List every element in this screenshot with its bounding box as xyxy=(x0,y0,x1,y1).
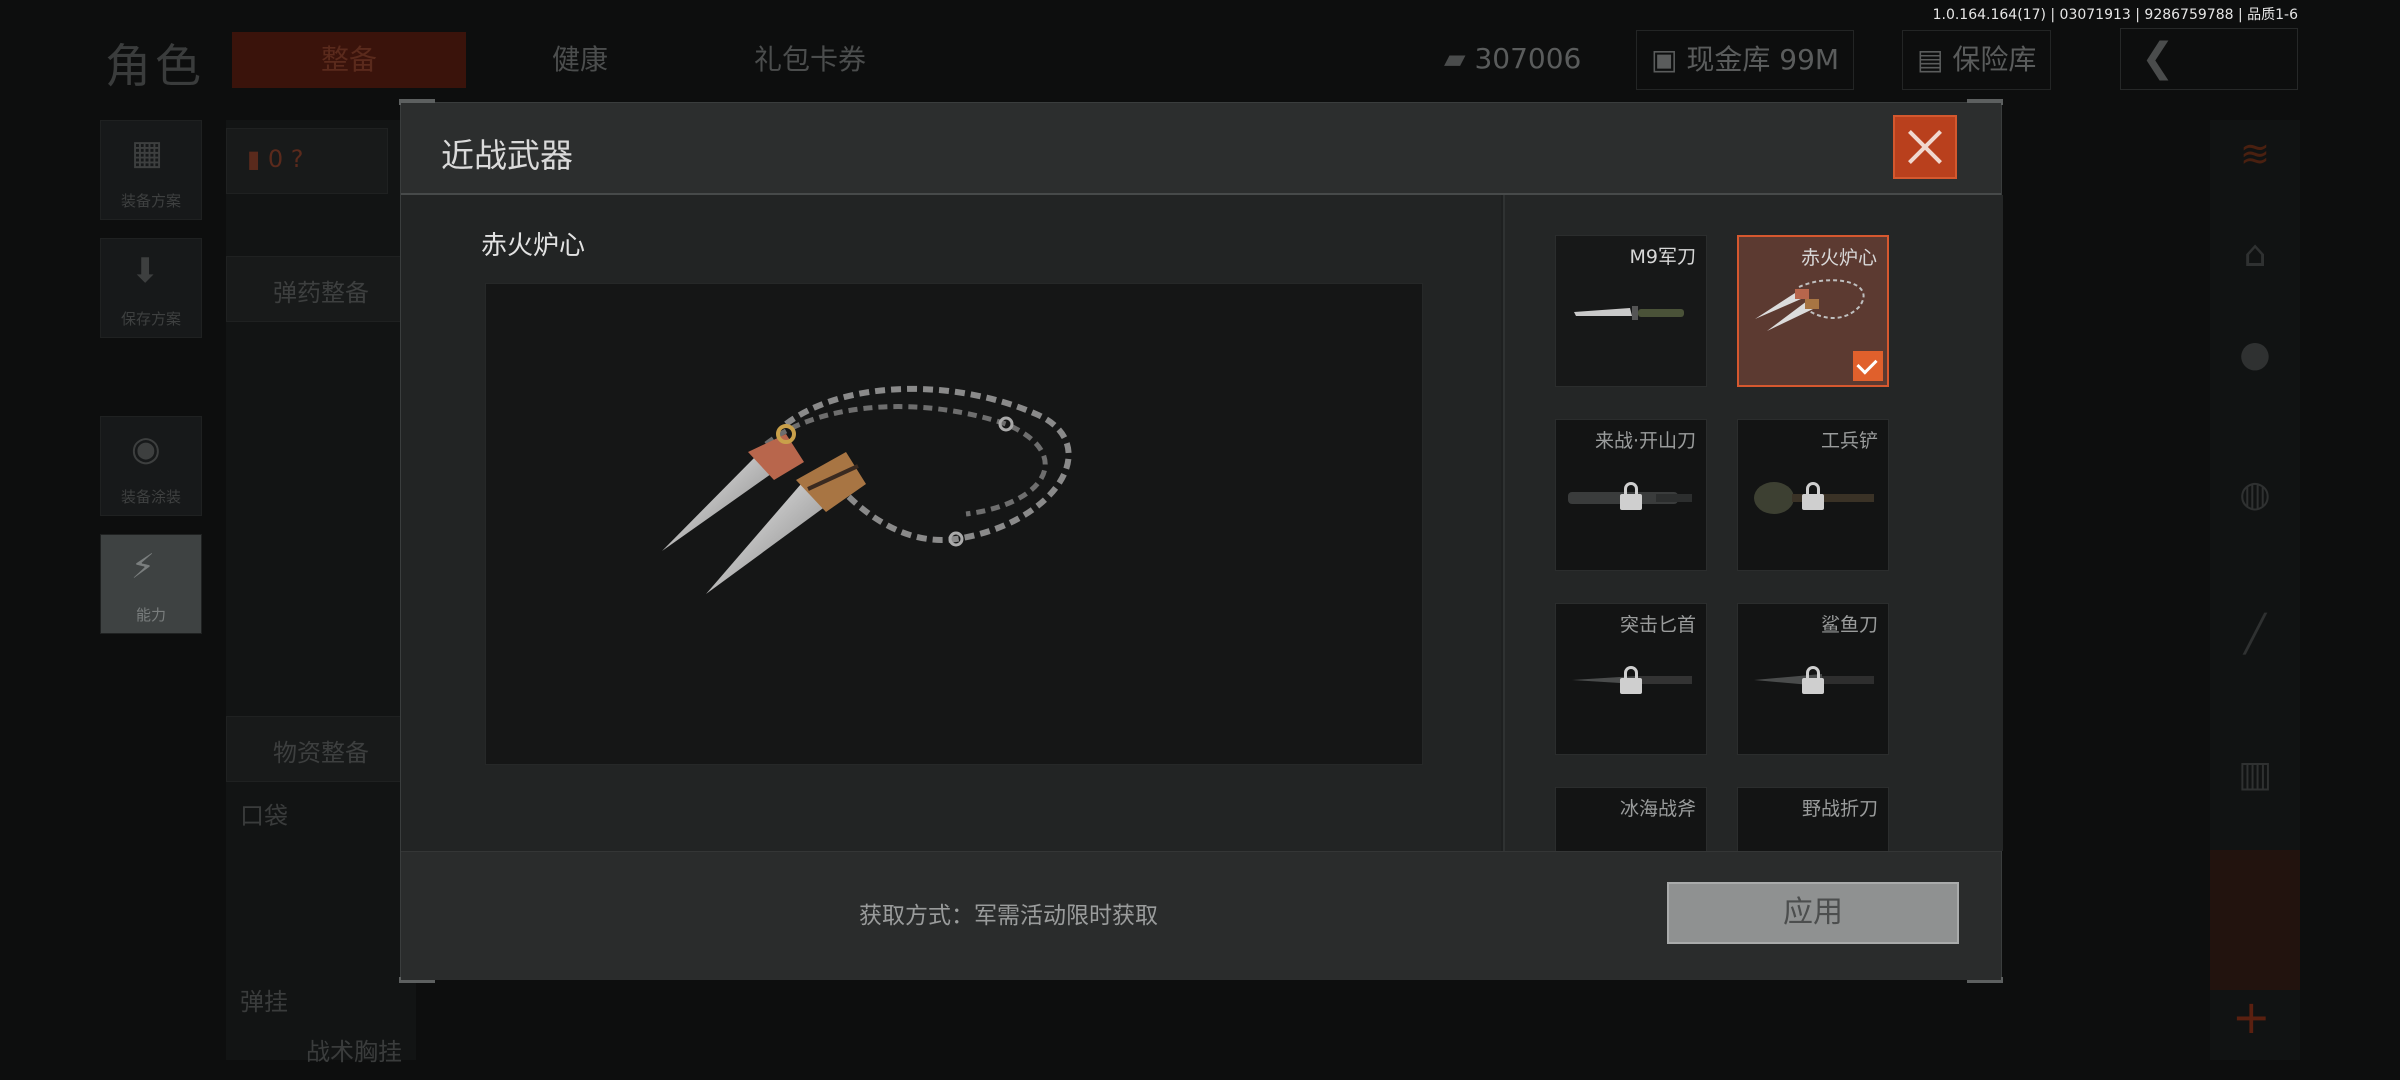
rail-label: 保存方案 xyxy=(120,310,181,328)
weapon-card-locked[interactable]: 突击匕首 xyxy=(1555,603,1707,755)
helmet-icon: ◉ xyxy=(131,429,161,469)
stack-icon[interactable]: ≋ xyxy=(2230,130,2280,180)
weapon-card-selected[interactable]: 赤火炉心 xyxy=(1737,235,1889,387)
page-title: 角色 xyxy=(105,39,205,93)
lock-icon xyxy=(1620,482,1642,510)
grenade-icon[interactable]: ● xyxy=(2230,330,2280,380)
weapon-card-locked[interactable]: 鲨鱼刀 xyxy=(1737,603,1889,755)
m9-knife-image xyxy=(1574,306,1684,320)
weapon-card-locked[interactable]: 冰海战斧 xyxy=(1555,787,1707,851)
lock-icon xyxy=(1802,666,1824,694)
dialog-footer: 获取方式：军需活动限时获取 应用 xyxy=(401,851,2001,980)
loadout-plan-button[interactable]: ▦ 装备方案 xyxy=(100,120,202,220)
currency-value: 307006 xyxy=(1474,42,1582,75)
preview-area: 赤火炉心 xyxy=(401,195,1501,851)
right-rail: ≋ ⌂ ● ◍ ╱ ▥ + xyxy=(2210,120,2300,1060)
check-icon xyxy=(1853,351,1883,381)
vault-icon: ▣ xyxy=(1651,43,1678,76)
lightning-icon: ⚡ xyxy=(131,547,155,587)
weapon-card-name: 冰海战斧 xyxy=(1619,798,1696,820)
weapon-preview[interactable] xyxy=(485,283,1423,765)
dialog-header: 近战武器 xyxy=(401,103,2001,195)
safe-label: 保险库 xyxy=(1952,43,2037,76)
safe-button[interactable]: ▤ 保险库 xyxy=(1902,30,2052,90)
rail-label: 装备涂装 xyxy=(120,488,181,506)
currency-icon: ▰ xyxy=(1444,42,1466,75)
back-button[interactable]: ❮ xyxy=(2120,28,2298,90)
ammo-icon[interactable]: ▥ xyxy=(2230,750,2280,800)
chest-rig-label: 弹挂 xyxy=(240,988,288,1016)
weapon-grid: M9军刀 赤火炉心 来战·开山刀 工兵铲 突击匕首 鲨鱼刀 冰海战斧 野战折刀 xyxy=(1503,195,2003,851)
version-info: 1.0.164.164(17) | 03071913 | 9286759788 … xyxy=(1932,7,2298,23)
apply-button[interactable]: 应用 xyxy=(1667,882,1959,944)
ammo-prep-row[interactable]: 弹药整备 xyxy=(226,256,418,322)
syringe-icon[interactable]: ╱ xyxy=(2230,610,2280,660)
backpack-slot[interactable]: ▮ 0 ? xyxy=(226,128,388,194)
weapon-card-locked[interactable]: 野战折刀 xyxy=(1737,787,1889,851)
lock-icon xyxy=(1802,482,1824,510)
download-icon: ⬇ xyxy=(131,251,160,291)
melee-weapon-dialog: 近战武器 赤火炉心 M9军刀 赤火炉心 来战·开山刀 工兵铲 突击匕首 鲨鱼刀 … xyxy=(399,99,2003,983)
vest-icon: ▦ xyxy=(131,133,164,173)
tab-health[interactable]: 健康 xyxy=(500,32,660,88)
weapon-card[interactable]: M9军刀 xyxy=(1555,235,1707,387)
rail-label: 装备方案 xyxy=(120,192,181,210)
supply-prep-row[interactable]: 物资整备 xyxy=(226,716,418,782)
ammo-prep-label: 弹药整备 xyxy=(273,279,369,307)
melee-slot-active[interactable] xyxy=(2210,850,2300,990)
pocket-label: 口袋 xyxy=(240,802,288,830)
tape-icon[interactable]: ◍ xyxy=(2230,470,2280,520)
ability-button[interactable]: ⚡ 能力 xyxy=(100,534,202,634)
dialog-title: 近战武器 xyxy=(441,136,573,175)
chest-rig-item-label: 战术胸挂 xyxy=(306,1038,402,1066)
weapon-card-locked[interactable]: 来战·开山刀 xyxy=(1555,419,1707,571)
save-plan-button[interactable]: ⬇ 保存方案 xyxy=(100,238,202,338)
currency-display: ▰ 307006 xyxy=(1430,30,1595,88)
cash-vault-label: 现金库 99M xyxy=(1686,43,1840,76)
rail-label: 能力 xyxy=(135,606,166,624)
equipment-skin-button[interactable]: ◉ 装备涂装 xyxy=(100,416,202,516)
chevron-left-icon: ❮ xyxy=(2141,35,2175,81)
cash-vault-button[interactable]: ▣ 现金库 99M xyxy=(1636,30,1855,90)
home-icon[interactable]: ⌂ xyxy=(2230,230,2280,280)
close-button[interactable] xyxy=(1893,115,1957,179)
left-panel: ▮ 0 ? 弹药整备 物资整备 口袋 弹挂 战术胸挂 xyxy=(226,120,418,1066)
lock-icon xyxy=(1620,666,1642,694)
selected-item-name: 赤火炉心 xyxy=(481,231,586,261)
weapon-card-locked[interactable]: 工兵铲 xyxy=(1737,419,1889,571)
add-icon[interactable]: + xyxy=(2232,990,2271,1044)
tab-gift-coupons[interactable]: 礼包卡券 xyxy=(720,32,900,88)
safe-icon: ▤ xyxy=(1917,43,1944,76)
tab-prep[interactable]: 整备 xyxy=(232,32,466,88)
rope-dart-image xyxy=(662,385,1072,594)
acquire-method-text: 获取方式：军需活动限时获取 xyxy=(859,903,1158,929)
weapon-card-name: 野战折刀 xyxy=(1801,798,1878,820)
supply-prep-label: 物资整备 xyxy=(273,739,369,767)
